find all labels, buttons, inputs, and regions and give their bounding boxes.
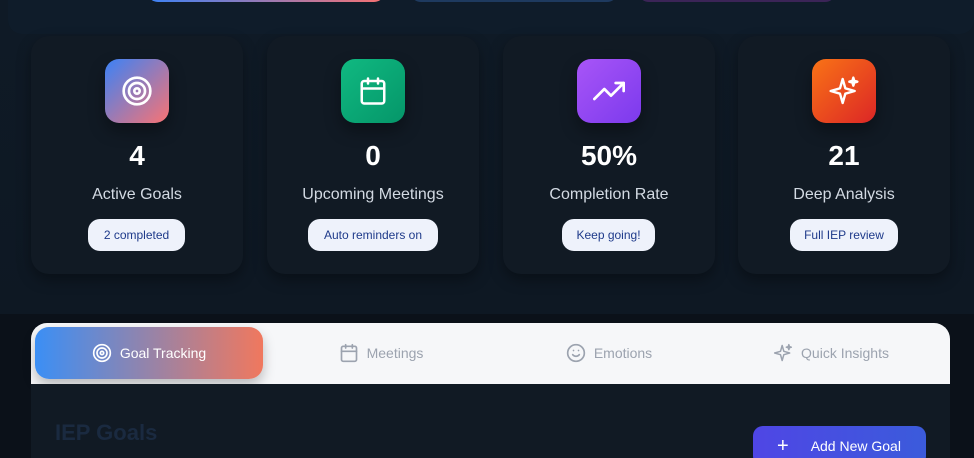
stat-card-completion-rate: 50% Completion Rate Keep going!: [503, 36, 715, 274]
status-badge: Keep going!: [562, 219, 655, 251]
plus-icon: +: [777, 435, 789, 457]
calendar-icon: [340, 343, 357, 363]
calendar-icon: [341, 59, 405, 123]
header-pill-primary[interactable]: [147, 0, 385, 2]
tab-goal-tracking[interactable]: Goal Tracking: [35, 327, 263, 379]
target-icon: [105, 59, 169, 123]
header-pill-secondary[interactable]: [410, 0, 618, 2]
sparkles-icon: [812, 59, 876, 123]
status-badge: Auto reminders on: [308, 219, 438, 251]
status-badge: 2 completed: [88, 219, 185, 251]
stat-label: Upcoming Meetings: [302, 186, 444, 203]
smile-icon: [566, 343, 585, 363]
stat-label: Active Goals: [92, 186, 182, 203]
goals-panel: IEP Goals + Add New Goal: [31, 384, 950, 458]
tab-bar: Goal Tracking Meetings Emotions Quick In…: [31, 323, 950, 384]
target-icon: [92, 343, 111, 363]
stat-card-active-goals: 4 Active Goals 2 completed: [31, 36, 243, 274]
stat-value: 50%: [580, 140, 638, 171]
stat-value: 0: [365, 140, 381, 171]
tab-label: Goal Tracking: [119, 345, 207, 361]
tab-label: Emotions: [593, 345, 653, 361]
header-pill-tertiary[interactable]: [638, 0, 836, 2]
tab-emotions[interactable]: Emotions: [549, 327, 669, 379]
sparkles-icon: [773, 343, 793, 362]
tab-label: Quick Insights: [801, 345, 889, 361]
tab-meetings[interactable]: Meetings: [321, 327, 441, 379]
section-title: IEP Goals: [55, 420, 158, 445]
tab-quick-insights[interactable]: Quick Insights: [761, 327, 901, 379]
status-badge: Full IEP review: [790, 219, 898, 251]
trending-up-icon: [577, 59, 641, 123]
stats-section: 4 Active Goals 2 completed 0 Upcoming Me…: [0, 0, 974, 314]
stat-card-upcoming-meetings: 0 Upcoming Meetings Auto reminders on: [267, 36, 479, 274]
stat-label: Deep Analysis: [793, 186, 895, 203]
stat-value: 21: [828, 140, 860, 171]
stat-card-deep-analysis: 21 Deep Analysis Full IEP review: [738, 36, 950, 274]
tab-label: Meetings: [366, 345, 424, 361]
add-new-goal-button[interactable]: + Add New Goal: [753, 426, 926, 458]
stat-value: 4: [129, 140, 145, 171]
add-button-label: Add New Goal: [810, 438, 901, 454]
top-header-bar: [8, 0, 974, 34]
stat-label: Completion Rate: [549, 186, 669, 203]
